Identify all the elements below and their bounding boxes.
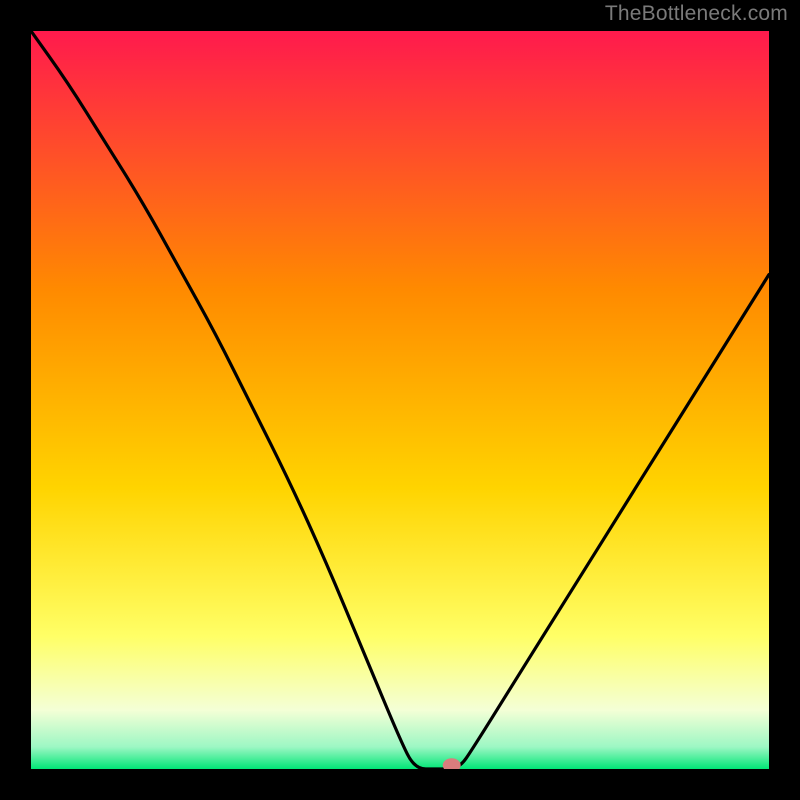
watermark-label: TheBottleneck.com <box>605 2 788 26</box>
plot-area <box>31 31 769 769</box>
chart-svg <box>31 31 769 769</box>
gradient-background <box>31 31 769 769</box>
chart-frame: TheBottleneck.com <box>0 0 800 800</box>
